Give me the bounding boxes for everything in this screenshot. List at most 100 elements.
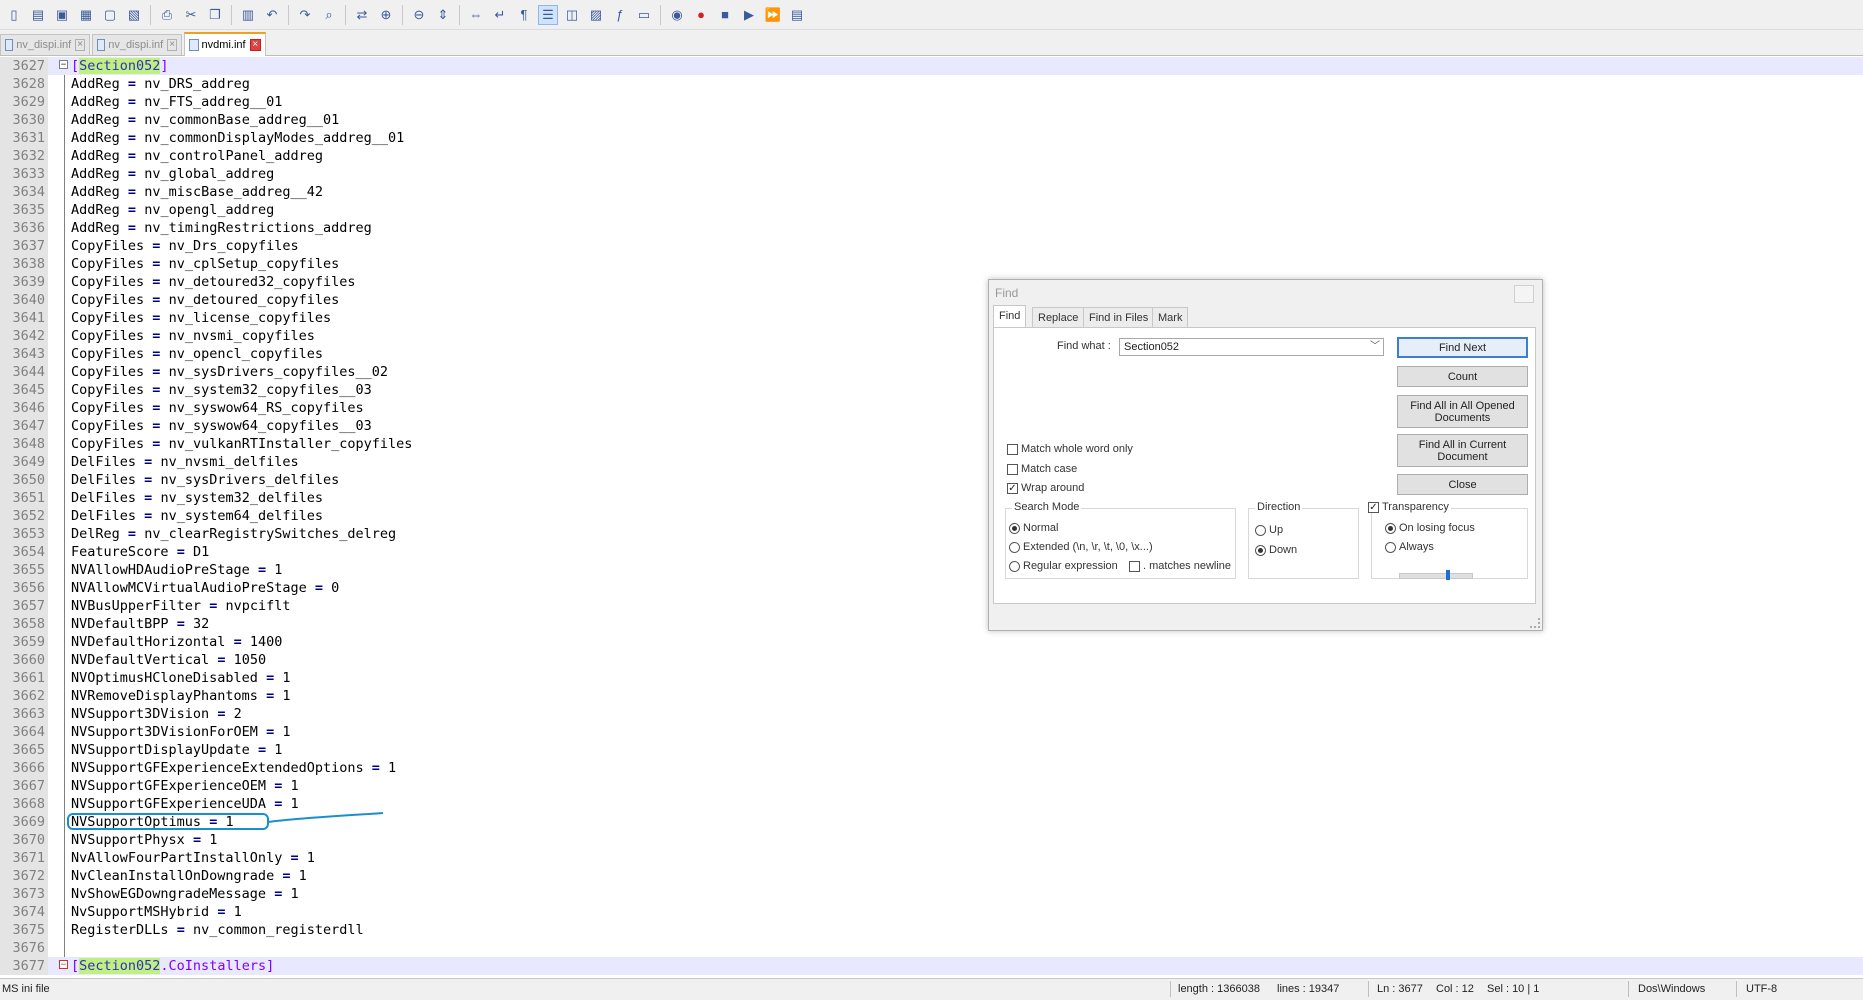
code-line[interactable]: 3641 CopyFiles = nv_license_copyfiles: [0, 309, 1863, 327]
search-mode-normal-radio[interactable]: Normal: [1009, 522, 1058, 534]
tab-mark[interactable]: Mark: [1152, 307, 1189, 328]
direction-down-radio[interactable]: Down: [1255, 544, 1297, 556]
code-line[interactable]: 3644 CopyFiles = nv_sysDrivers_copyfiles_…: [0, 363, 1863, 381]
stop-record-icon[interactable]: ■: [715, 5, 735, 25]
tab-find[interactable]: Find: [993, 305, 1027, 328]
save-icon[interactable]: ▣: [52, 5, 72, 25]
search-mode-regex-radio[interactable]: Regular expression: [1009, 560, 1118, 572]
tab-find-in-files[interactable]: Find in Files: [1083, 307, 1155, 328]
code-line[interactable]: 3670 NVSupportPhysx = 1: [0, 831, 1863, 849]
code-line[interactable]: 3664 NVSupport3DVisionForOEM = 1: [0, 723, 1863, 741]
code-line[interactable]: 3672 NvCleanInstallOnDowngrade = 1: [0, 867, 1863, 885]
slider-thumb[interactable]: [1446, 570, 1450, 580]
code-line[interactable]: 3640 CopyFiles = nv_detoured_copyfiles: [0, 291, 1863, 309]
sync-vertical-icon[interactable]: ⇕: [433, 5, 453, 25]
zoom-in-icon[interactable]: ⊕: [376, 5, 396, 25]
code-line[interactable]: 3645 CopyFiles = nv_system32_copyfiles__0…: [0, 381, 1863, 399]
code-line[interactable]: 3634 AddReg = nv_miscBase_addreg__42: [0, 183, 1863, 201]
count-button[interactable]: Count: [1397, 366, 1528, 387]
code-line[interactable]: 3674 NvSupportMSHybrid = 1: [0, 903, 1863, 921]
code-line[interactable]: 3663 NVSupport3DVision = 2: [0, 705, 1863, 723]
code-line[interactable]: 3630 AddReg = nv_commonBase_addreg__01: [0, 111, 1863, 129]
tab-nv-dispi-1[interactable]: nv_dispi.inf ×: [0, 34, 90, 55]
find-icon[interactable]: ⌕: [319, 5, 339, 25]
code-line[interactable]: 3627− [Section052]: [0, 57, 1863, 75]
code-line[interactable]: 3636 AddReg = nv_timingRestrictions_addre…: [0, 219, 1863, 237]
code-line[interactable]: 3654 FeatureScore = D1: [0, 543, 1863, 561]
match-whole-word-checkbox[interactable]: Match whole word only: [1007, 443, 1133, 455]
code-line[interactable]: 3628 AddReg = nv_DRS_addreg: [0, 75, 1863, 93]
code-line[interactable]: 3653 DelReg = nv_clearRegistrySwitches_de…: [0, 525, 1863, 543]
tab-replace[interactable]: Replace: [1032, 307, 1085, 328]
record-macro-icon[interactable]: ●: [691, 5, 711, 25]
fold-toggle-icon[interactable]: −: [52, 57, 70, 75]
fold-toggle-icon[interactable]: −: [52, 957, 70, 975]
monitor-icon[interactable]: ◉: [667, 5, 687, 25]
chevron-down-icon[interactable]: ﹀: [1370, 339, 1380, 355]
find-next-button[interactable]: Find Next: [1397, 337, 1528, 358]
close-icon[interactable]: ▢: [100, 5, 120, 25]
zoom-out-icon[interactable]: ⊖: [409, 5, 429, 25]
find-what-input[interactable]: Section052 ﹀: [1119, 338, 1384, 356]
code-line[interactable]: 3649 DelFiles = nv_nvsmi_delfiles: [0, 453, 1863, 471]
code-line[interactable]: 3632 AddReg = nv_controlPanel_addreg: [0, 147, 1863, 165]
playback-icon[interactable]: ▶: [739, 5, 759, 25]
code-line[interactable]: 3665 NVSupportDisplayUpdate = 1: [0, 741, 1863, 759]
transparency-slider[interactable]: [1399, 570, 1473, 580]
code-line[interactable]: 3647 CopyFiles = nv_syswow64_copyfiles__0…: [0, 417, 1863, 435]
code-line[interactable]: 3639 CopyFiles = nv_detoured32_copyfiles: [0, 273, 1863, 291]
code-line[interactable]: 3661 NVOptimusHCloneDisabled = 1: [0, 669, 1863, 687]
wrap-around-checkbox[interactable]: ✓ Wrap around: [1007, 482, 1084, 494]
find-all-opened-button[interactable]: Find All in All Opened Documents: [1397, 395, 1528, 428]
redo-icon[interactable]: ↷: [295, 5, 315, 25]
close-tab-icon[interactable]: ×: [167, 39, 177, 51]
resize-grip[interactable]: [1530, 618, 1540, 628]
code-line[interactable]: 3666 NVSupportGFExperienceExtendedOptions…: [0, 759, 1863, 777]
paste-icon[interactable]: ▥: [238, 5, 258, 25]
code-line[interactable]: 3667 NVSupportGFExperienceOEM = 1: [0, 777, 1863, 795]
undo-icon[interactable]: ↶: [262, 5, 282, 25]
code-line[interactable]: 3646 CopyFiles = nv_syswow64_RS_copyfiles: [0, 399, 1863, 417]
code-line[interactable]: 3671 NvAllowFourPartInstallOnly = 1: [0, 849, 1863, 867]
save-macro-icon[interactable]: ▤: [787, 5, 807, 25]
udl-icon[interactable]: ◫: [562, 5, 582, 25]
run-macro-multiple-icon[interactable]: ⏩: [763, 5, 783, 25]
code-line[interactable]: 3676: [0, 939, 1863, 957]
print-icon[interactable]: ⎙: [157, 5, 177, 25]
code-line[interactable]: 3658 NVDefaultBPP = 32: [0, 615, 1863, 633]
code-line[interactable]: 3652 DelFiles = nv_system64_delfiles: [0, 507, 1863, 525]
open-file-icon[interactable]: ▤: [28, 5, 48, 25]
code-line[interactable]: 3677− [Section052.CoInstallers]: [0, 957, 1863, 975]
code-line[interactable]: 3657 NVBusUpperFilter = nvpciflt: [0, 597, 1863, 615]
function-list-icon[interactable]: ƒ: [610, 5, 630, 25]
code-line[interactable]: 3656 NVAllowMCVirtualAudioPreStage = 0: [0, 579, 1863, 597]
code-line[interactable]: 3655 NVAllowHDAudioPreStage = 1: [0, 561, 1863, 579]
show-all-chars-icon[interactable]: ¶: [514, 5, 534, 25]
code-line[interactable]: 3635 AddReg = nv_opengl_addreg: [0, 201, 1863, 219]
code-line[interactable]: 3643 CopyFiles = nv_opencl_copyfiles: [0, 345, 1863, 363]
code-line[interactable]: 3642 CopyFiles = nv_nvsmi_copyfiles: [0, 327, 1863, 345]
sync-horizontal-icon[interactable]: ⇔: [466, 5, 486, 25]
code-line[interactable]: 3659 NVDefaultHorizontal = 1400: [0, 633, 1863, 651]
match-case-checkbox[interactable]: Match case: [1007, 463, 1077, 475]
close-tab-icon[interactable]: ×: [249, 39, 261, 51]
matches-newline-checkbox[interactable]: . matches newline: [1129, 560, 1231, 572]
save-all-icon[interactable]: ▦: [76, 5, 96, 25]
always-radio[interactable]: Always: [1385, 541, 1434, 553]
indent-guide-icon[interactable]: ☰: [538, 4, 558, 25]
tab-nv-dispi-2[interactable]: nv_dispi.inf ×: [92, 34, 182, 55]
cut-icon[interactable]: ✂: [181, 5, 201, 25]
code-line[interactable]: 3675 RegisterDLLs = nv_common_registerdll: [0, 921, 1863, 939]
code-line[interactable]: 3660 NVDefaultVertical = 1050: [0, 651, 1863, 669]
code-line[interactable]: 3633 AddReg = nv_global_addreg: [0, 165, 1863, 183]
on-losing-focus-radio[interactable]: On losing focus: [1385, 522, 1475, 534]
doc-map-icon[interactable]: ▨: [586, 5, 606, 25]
direction-up-radio[interactable]: Up: [1255, 524, 1283, 536]
code-line[interactable]: 3650 DelFiles = nv_sysDrivers_delfiles: [0, 471, 1863, 489]
code-line[interactable]: 3673 NvShowEGDowngradeMessage = 1: [0, 885, 1863, 903]
code-line[interactable]: 3629 AddReg = nv_FTS_addreg__01: [0, 93, 1863, 111]
transparency-checkbox[interactable]: ✓ Transparency: [1368, 501, 1451, 513]
close-button[interactable]: Close: [1397, 474, 1528, 495]
code-line[interactable]: 3648 CopyFiles = nv_vulkanRTInstaller_cop…: [0, 435, 1863, 453]
search-mode-extended-radio[interactable]: Extended (\n, \r, \t, \0, \x...): [1009, 541, 1153, 553]
